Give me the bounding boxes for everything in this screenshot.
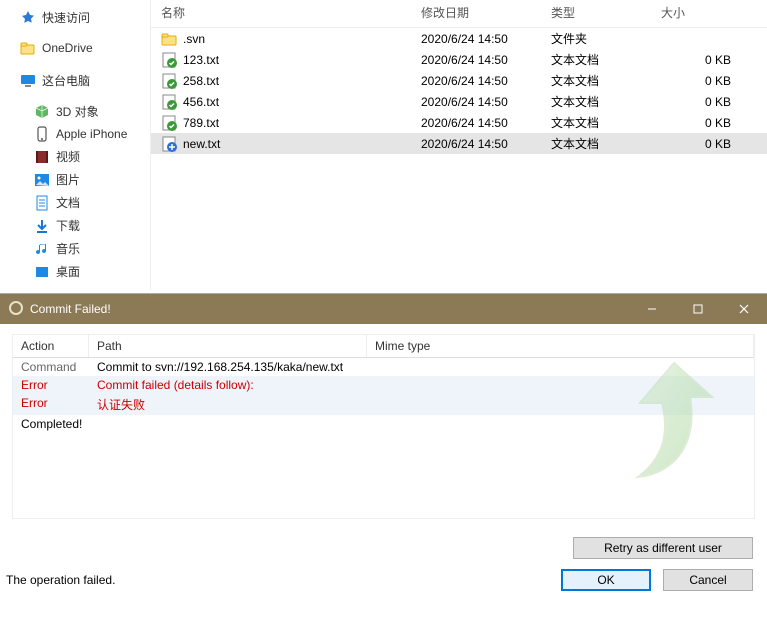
col-header-date[interactable]: 修改日期	[411, 4, 541, 21]
app-icon	[8, 300, 24, 319]
file-name: 789.txt	[183, 116, 219, 130]
log-header-path[interactable]: Path	[89, 335, 367, 357]
log-path: 认证失败	[89, 394, 367, 415]
commit-failed-dialog: Commit Failed! Action Path Mime type Com…	[0, 293, 767, 603]
dialog-title: Commit Failed!	[30, 302, 629, 316]
file-type: 文本文档	[541, 93, 651, 110]
sidebar-item-label: 文档	[56, 194, 80, 211]
phone-icon	[34, 126, 50, 142]
log-path: Commit failed (details follow):	[89, 376, 367, 394]
svn-ok-icon	[161, 115, 177, 131]
file-size: 0 KB	[651, 74, 767, 88]
film-icon	[34, 149, 50, 165]
log-header-action[interactable]: Action	[13, 335, 89, 357]
note-icon	[34, 241, 50, 257]
log-action: Completed!	[13, 415, 89, 433]
folder-icon	[161, 31, 177, 47]
sidebar-item-downloads[interactable]: 下载	[0, 214, 150, 237]
down-icon	[34, 218, 50, 234]
sidebar-item-music[interactable]: 音乐	[0, 237, 150, 260]
file-list-pane: 名称 修改日期 类型 大小 .svn 2020/6/24 14:50 文件夹 1…	[151, 0, 767, 290]
log-action: Command	[13, 358, 89, 376]
file-row[interactable]: 258.txt 2020/6/24 14:50 文本文档 0 KB	[151, 70, 767, 91]
file-date: 2020/6/24 14:50	[411, 53, 541, 67]
sidebar-item-onedrive[interactable]: OneDrive	[0, 37, 150, 59]
log-action: Error	[13, 394, 89, 415]
minimize-button[interactable]	[629, 294, 675, 324]
image-icon	[34, 172, 50, 188]
sidebar-item-label: 快速访问	[42, 9, 90, 26]
tortoise-arrow-icon	[604, 355, 724, 488]
dialog-titlebar[interactable]: Commit Failed!	[0, 294, 767, 324]
file-name: 258.txt	[183, 74, 219, 88]
file-name: .svn	[183, 32, 205, 46]
log-path: Commit to svn://192.168.254.135/kaka/new…	[89, 358, 367, 376]
sidebar-item-label: 下载	[56, 217, 80, 234]
sidebar-item-label: 桌面	[56, 263, 80, 280]
file-type: 文件夹	[541, 30, 651, 47]
cancel-button[interactable]: Cancel	[663, 569, 753, 591]
file-size: 0 KB	[651, 137, 767, 151]
cloud-folder-icon	[20, 40, 36, 56]
svn-ok-icon	[161, 73, 177, 89]
ok-button[interactable]: OK	[561, 569, 651, 591]
file-list-header: 名称 修改日期 类型 大小	[151, 0, 767, 28]
file-row[interactable]: 456.txt 2020/6/24 14:50 文本文档 0 KB	[151, 91, 767, 112]
file-row[interactable]: 123.txt 2020/6/24 14:50 文本文档 0 KB	[151, 49, 767, 70]
sidebar-item-iphone[interactable]: Apple iPhone	[0, 123, 150, 145]
log-path	[89, 415, 367, 433]
sidebar-item-label: 3D 对象	[56, 103, 99, 120]
file-type: 文本文档	[541, 135, 651, 152]
file-name: 123.txt	[183, 53, 219, 67]
file-type: 文本文档	[541, 51, 651, 68]
file-date: 2020/6/24 14:50	[411, 32, 541, 46]
sidebar-item-videos[interactable]: 视频	[0, 145, 150, 168]
retry-as-different-user-button[interactable]: Retry as different user	[573, 537, 753, 559]
file-date: 2020/6/24 14:50	[411, 137, 541, 151]
sidebar-item-3dobjects[interactable]: 3D 对象	[0, 100, 150, 123]
sidebar-item-documents[interactable]: 文档	[0, 191, 150, 214]
file-type: 文本文档	[541, 72, 651, 89]
file-date: 2020/6/24 14:50	[411, 95, 541, 109]
sidebar-item-label: 视频	[56, 148, 80, 165]
cube-icon	[34, 104, 50, 120]
log-action: Error	[13, 376, 89, 394]
col-header-type[interactable]: 类型	[541, 4, 651, 21]
sidebar-item-thispc[interactable]: 这台电脑	[0, 69, 150, 92]
file-row[interactable]: 789.txt 2020/6/24 14:50 文本文档 0 KB	[151, 112, 767, 133]
file-row[interactable]: new.txt 2020/6/24 14:50 文本文档 0 KB	[151, 133, 767, 154]
sidebar-item-label: 图片	[56, 171, 80, 188]
svn-ok-icon	[161, 94, 177, 110]
svn-ok-icon	[161, 52, 177, 68]
star-icon	[20, 10, 36, 26]
sidebar-item-label: 这台电脑	[42, 72, 90, 89]
svn-add-icon	[161, 136, 177, 152]
sidebar-item-label: OneDrive	[42, 41, 93, 55]
col-header-name[interactable]: 名称	[151, 4, 411, 21]
close-button[interactable]	[721, 294, 767, 324]
log-header-mime[interactable]: Mime type	[367, 335, 754, 357]
sidebar-item-pictures[interactable]: 图片	[0, 168, 150, 191]
commit-log: Action Path Mime type CommandCommit to s…	[12, 334, 755, 519]
file-date: 2020/6/24 14:50	[411, 116, 541, 130]
maximize-button[interactable]	[675, 294, 721, 324]
file-size: 0 KB	[651, 53, 767, 67]
file-size: 0 KB	[651, 116, 767, 130]
file-name: new.txt	[183, 137, 220, 151]
sidebar-item-quickaccess[interactable]: 快速访问	[0, 6, 150, 29]
file-name: 456.txt	[183, 95, 219, 109]
col-header-size[interactable]: 大小	[651, 4, 767, 21]
file-row[interactable]: .svn 2020/6/24 14:50 文件夹	[151, 28, 767, 49]
monitor-icon	[20, 73, 36, 89]
file-date: 2020/6/24 14:50	[411, 74, 541, 88]
square-icon	[34, 264, 50, 280]
explorer-sidebar: 快速访问 OneDrive 这台电脑 3D 对象 Apple iPhone 视频图片文档下…	[0, 0, 151, 290]
sidebar-item-label: Apple iPhone	[56, 127, 127, 141]
sidebar-item-label: 音乐	[56, 240, 80, 257]
doc-icon	[34, 195, 50, 211]
file-type: 文本文档	[541, 114, 651, 131]
sidebar-item-desktop[interactable]: 桌面	[0, 260, 150, 283]
status-message: The operation failed.	[0, 573, 561, 587]
file-size: 0 KB	[651, 95, 767, 109]
